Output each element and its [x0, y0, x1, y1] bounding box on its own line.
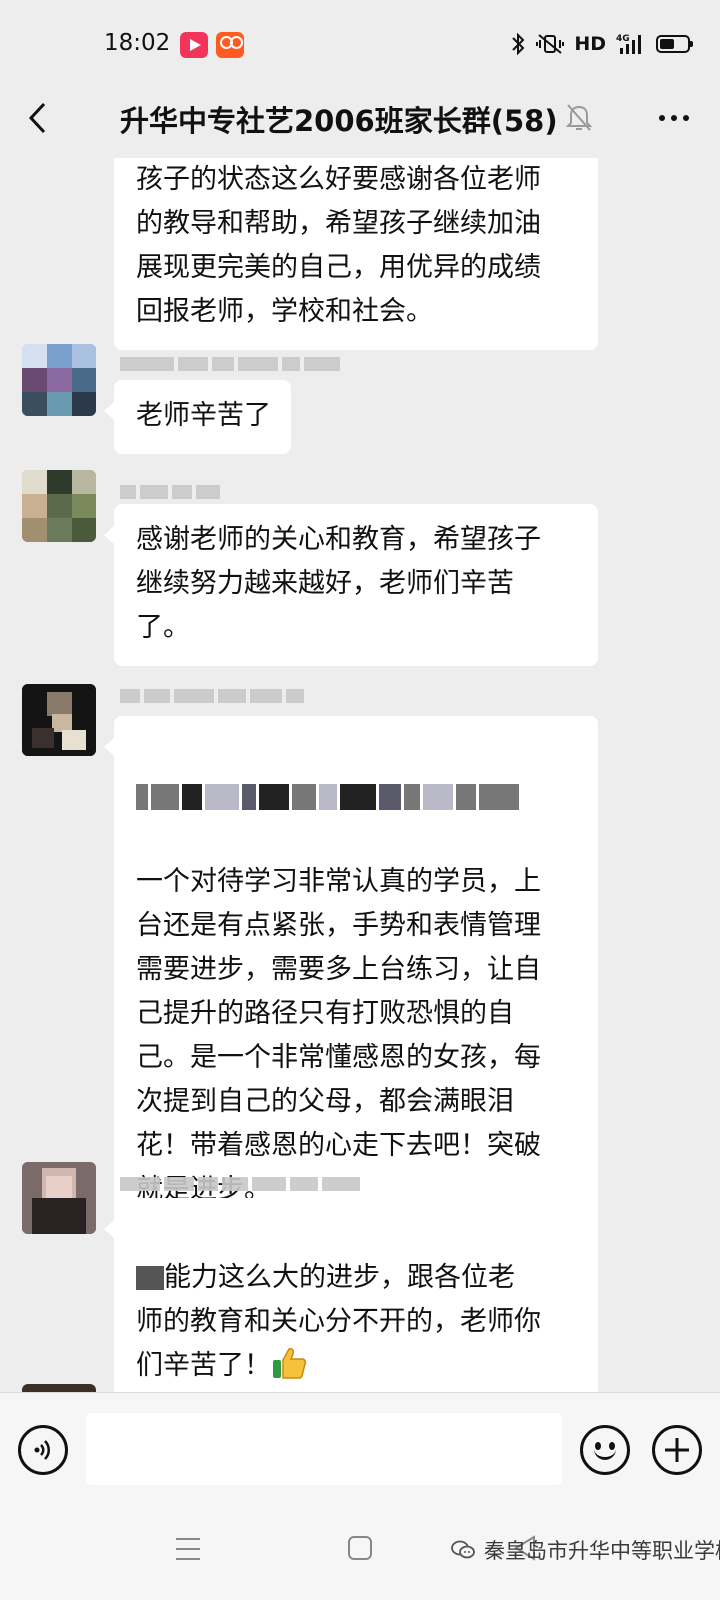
avatar[interactable] [22, 344, 96, 416]
input-bar [0, 1392, 720, 1504]
chat-header: 升华中专社艺2006班家长群(58) [0, 78, 720, 158]
more-dot [659, 115, 665, 121]
avatar[interactable] [22, 470, 96, 542]
sender-name-blurred [120, 686, 304, 706]
avatar-image [22, 470, 96, 542]
wechat-channel-icon [451, 1540, 475, 1559]
message-bubble[interactable]: 能力这么大的进步，跟各位老师的教育和关心分不开的，老师你 们辛苦了！ [104, 1198, 598, 1404]
blurred-text [136, 780, 578, 814]
message-input[interactable] [86, 1413, 562, 1485]
vibrate-mute-icon [536, 34, 565, 54]
sender-name-blurred [120, 1174, 360, 1194]
sender-name-blurred [120, 354, 340, 374]
message-bubble[interactable]: 老师辛苦了 [104, 380, 291, 454]
voice-button[interactable] [18, 1425, 68, 1475]
message-text: 师的教育和关心分不开的，老师你 们辛苦了！ [136, 1306, 541, 1381]
thumbs-up-icon [273, 1348, 307, 1379]
emoji-icon [594, 1448, 616, 1460]
message-text: 能力这么大的进步，跟各位老 [164, 1262, 515, 1293]
sender-name-blurred [120, 482, 220, 502]
message-text: 一个对待学习非常认真的学员，上 台还是有点紧张，手势和表情管理 需要进步，需要多… [136, 866, 541, 1205]
emoji-button[interactable] [580, 1425, 630, 1475]
avatar-image [22, 1162, 96, 1234]
video-app-icon [180, 32, 208, 58]
back-arrow-icon [28, 102, 46, 134]
avatar-image [22, 684, 96, 756]
chat-title: 升华中专社艺2006班家长群(58) [120, 104, 558, 138]
bluetooth-icon [512, 32, 525, 56]
more-dot [683, 115, 689, 121]
status-bar: 18:02 HD 4G [0, 0, 720, 88]
signal-icon: 4G [616, 34, 641, 54]
back-button[interactable] [16, 96, 60, 140]
battery-icon [656, 35, 693, 53]
hd-indicator: HD [574, 33, 606, 55]
network-label: 4G [616, 34, 630, 44]
avatar[interactable] [22, 684, 96, 756]
message-bubble[interactable]: 一个对待学习非常认真的学员，上 台还是有点紧张，手势和表情管理 需要进步，需要多… [104, 716, 598, 1228]
voice-icon [34, 1440, 50, 1460]
message-bubble[interactable]: 感谢老师的关心和教育，希望孩子 继续努力越来越好，老师们辛苦 了。 [104, 504, 598, 666]
avatar-image [22, 344, 96, 416]
blurred-text [136, 1266, 164, 1290]
status-icons: HD 4G [510, 30, 693, 58]
status-time: 18:02 [104, 30, 171, 56]
kuaishou-app-icon [216, 32, 244, 58]
more-dot [671, 115, 677, 121]
watermark: 秦皇岛市升华中等职业学校 [450, 1532, 720, 1568]
more-button[interactable] [650, 96, 698, 140]
mute-bell-icon [566, 104, 592, 131]
avatar[interactable] [22, 1162, 96, 1234]
menu-icon[interactable] [176, 1538, 200, 1560]
system-nav-bar: 秦皇岛市升华中等职业学校 [0, 1504, 720, 1600]
home-icon[interactable] [348, 1536, 372, 1560]
message-bubble[interactable]: 孩子的状态这么好要感谢各位老师 的教导和帮助，希望孩子继续加油 展现更完美的自己… [114, 158, 598, 350]
add-button[interactable] [652, 1425, 702, 1475]
watermark-text: 秦皇岛市升华中等职业学校 [484, 1539, 720, 1563]
chat-area[interactable]: 孩子的状态这么好要感谢各位老师 的教导和帮助，希望孩子继续加油 展现更完美的自己… [0, 158, 720, 1408]
